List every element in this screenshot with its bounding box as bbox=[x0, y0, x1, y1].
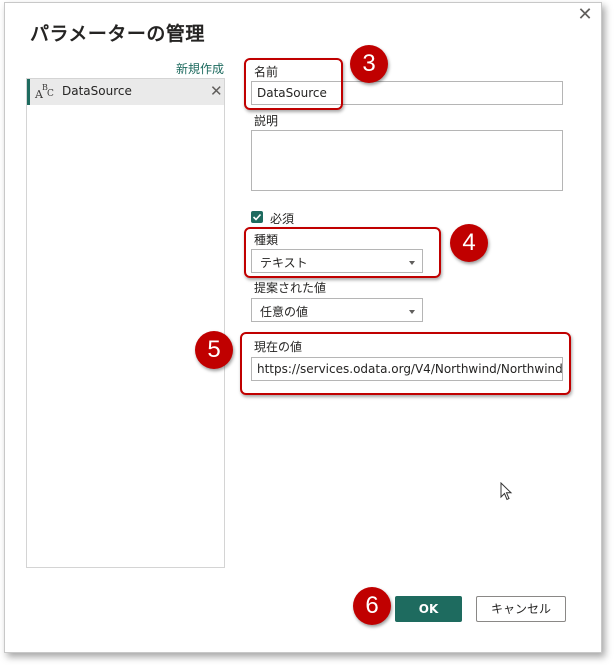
checkmark-icon bbox=[252, 213, 262, 221]
cancel-button[interactable]: キャンセル bbox=[476, 596, 566, 622]
mouse-cursor-icon bbox=[500, 482, 513, 501]
list-item-label: DataSource bbox=[62, 84, 132, 98]
dialog-title: パラメーターの管理 bbox=[30, 23, 205, 45]
callout-name bbox=[244, 58, 343, 110]
description-field[interactable] bbox=[251, 130, 563, 191]
suggested-values-label: 提案された値 bbox=[254, 281, 327, 295]
suggested-values-select-value: 任意の値 bbox=[260, 305, 309, 319]
required-checkbox[interactable] bbox=[251, 211, 263, 223]
callout-type bbox=[244, 227, 441, 278]
required-label: 必須 bbox=[270, 212, 295, 226]
step-badge-4: 4 bbox=[450, 224, 488, 262]
close-icon[interactable]: ✕ bbox=[210, 82, 223, 100]
step-badge-5: 5 bbox=[195, 331, 233, 369]
step-badge-6: 6 bbox=[353, 587, 391, 625]
step-badge-3: 3 bbox=[350, 45, 388, 83]
suggested-values-select[interactable]: 任意の値 bbox=[251, 298, 423, 322]
ok-button[interactable]: OK bbox=[395, 596, 462, 622]
new-parameter-link[interactable]: 新規作成 bbox=[176, 60, 224, 77]
parameter-list: ABC DataSource ✕ bbox=[26, 78, 225, 568]
chevron-down-icon bbox=[409, 310, 415, 314]
list-item[interactable]: ABC DataSource ✕ bbox=[27, 79, 224, 105]
close-icon[interactable]: ✕ bbox=[576, 6, 594, 24]
callout-current-value bbox=[240, 332, 571, 395]
abc-text-type-icon: ABC bbox=[35, 83, 54, 101]
description-label: 説明 bbox=[254, 114, 279, 128]
